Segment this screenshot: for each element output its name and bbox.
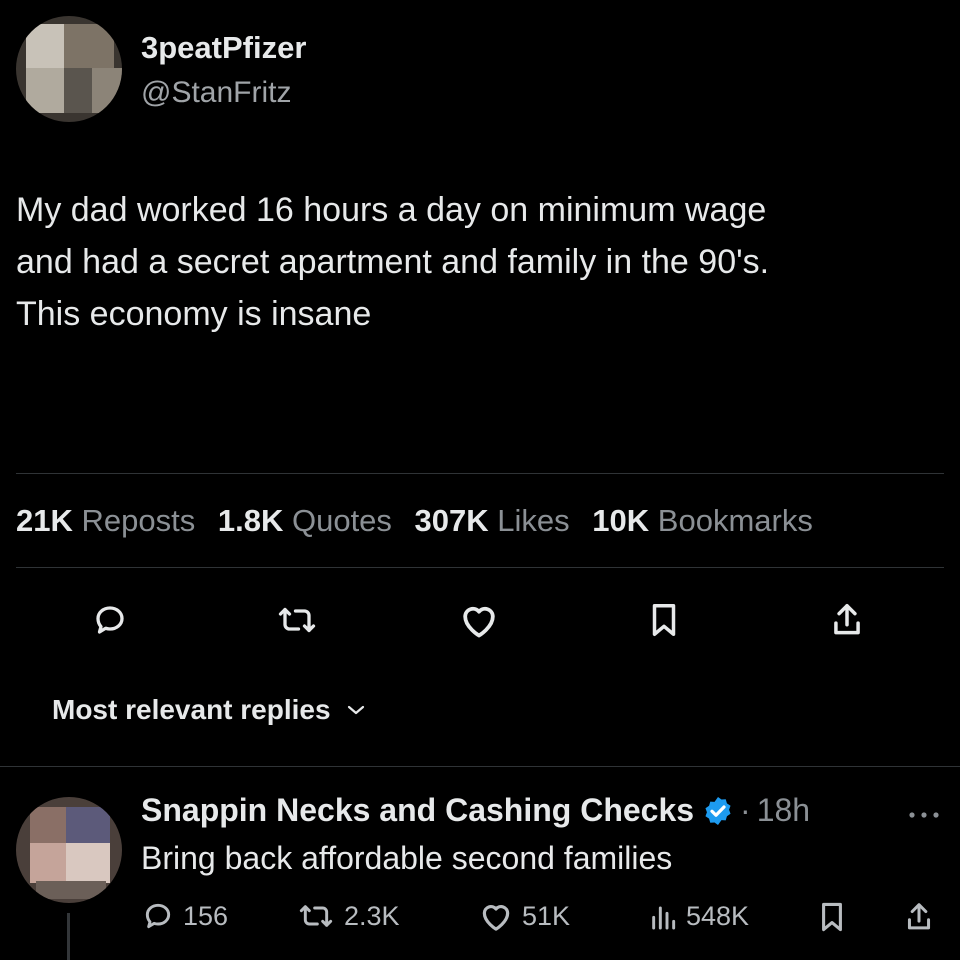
repost-count: 2.3K [344, 900, 400, 931]
reply-timestamp[interactable]: 18h [757, 792, 810, 829]
tweet-text-line: My dad worked 16 hours a day on minimum … [16, 191, 767, 229]
reposts-stat[interactable]: 21K Reposts [16, 503, 195, 538]
reply-icon [96, 606, 124, 634]
like-button[interactable] [456, 598, 502, 642]
author-display-name[interactable]: 3peatPfizer [141, 30, 306, 66]
tweet-text-line: and had a secret apartment and family in… [16, 243, 770, 281]
chevron-down-icon [347, 705, 364, 715]
thread-line [67, 913, 70, 960]
views-count: 548K [686, 900, 750, 931]
reply-like-button[interactable]: 51K [478, 900, 570, 932]
divider [0, 766, 960, 767]
time-separator: · [740, 792, 751, 828]
reply-button[interactable] [88, 598, 132, 642]
replies-sort-label: Most relevant replies [52, 694, 331, 725]
quotes-stat[interactable]: 1.8K Quotes [218, 503, 392, 538]
like-count: 51K [522, 900, 571, 931]
bookmarks-stat[interactable]: 10K Bookmarks [592, 503, 813, 538]
divider [16, 567, 944, 568]
more-icon [909, 812, 939, 818]
divider [16, 473, 944, 474]
reply-text: Bring back affordable second families [141, 840, 673, 876]
author-handle[interactable]: @StanFritz [141, 76, 291, 110]
likes-stat[interactable]: 307K Likes [415, 503, 570, 538]
reply-author-avatar[interactable] [16, 797, 122, 903]
like-icon [463, 606, 495, 638]
reply-repost-button[interactable]: 2.3K [296, 900, 400, 932]
verified-badge-icon [705, 796, 731, 825]
bookmark-icon [652, 604, 676, 636]
reply-bookmark-button[interactable] [818, 900, 846, 934]
replies-sort-dropdown[interactable]: Most relevant replies [52, 694, 367, 726]
repost-icon [299, 905, 333, 927]
share-icon [907, 903, 931, 930]
reply-count: 156 [183, 900, 229, 931]
bookmark-button[interactable] [644, 598, 684, 642]
share-button[interactable] [826, 598, 868, 642]
reply-author-display-name[interactable]: Snappin Necks and Cashing Checks [141, 792, 694, 829]
tweet-text: My dad worked 16 hours a day on minimum … [16, 184, 946, 340]
views-icon [652, 906, 676, 930]
share-icon [834, 604, 860, 635]
repost-button[interactable] [272, 598, 322, 642]
reply-views-button[interactable]: 548K [648, 900, 749, 932]
repost-icon [278, 607, 316, 633]
reply-reply-button[interactable]: 156 [141, 900, 228, 932]
more-options-button[interactable] [906, 808, 942, 828]
reply-share-button[interactable] [904, 900, 934, 934]
engagement-stats: 21K Reposts 1.8K Quotes 307K Likes 10K B… [16, 503, 813, 539]
bookmark-icon [822, 902, 842, 932]
author-avatar[interactable] [16, 16, 122, 122]
reply-icon [145, 903, 171, 929]
like-icon [482, 905, 510, 931]
reply-header: Snappin Necks and Cashing Checks · 18h [141, 792, 810, 829]
tweet-text-line: This economy is insane [16, 295, 372, 333]
